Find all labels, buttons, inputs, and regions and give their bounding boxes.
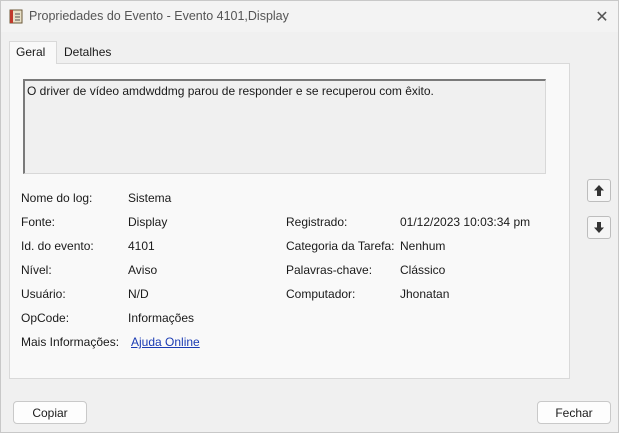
user-label: Usuário: bbox=[21, 287, 66, 301]
event-description-text: O driver de vídeo amdwddmg parou de resp… bbox=[27, 84, 434, 98]
source-value: Display bbox=[128, 215, 168, 229]
event-id-label: Id. do evento: bbox=[21, 239, 94, 253]
event-description-box[interactable]: O driver de vídeo amdwddmg parou de resp… bbox=[23, 79, 546, 174]
more-info-label: Mais Informações: bbox=[21, 335, 120, 349]
source-label: Fonte: bbox=[21, 215, 56, 229]
task-category-value: Nenhum bbox=[400, 239, 446, 253]
close-button[interactable]: ✕ bbox=[588, 3, 616, 30]
computer-label: Computador: bbox=[286, 287, 356, 301]
log-name-label: Nome do log: bbox=[21, 191, 93, 205]
arrow-up-icon bbox=[594, 185, 604, 196]
event-viewer-icon bbox=[9, 9, 23, 24]
online-help-link[interactable]: Ajuda Online bbox=[131, 335, 200, 349]
close-icon: ✕ bbox=[595, 8, 609, 26]
log-name-value: Sistema bbox=[128, 191, 172, 205]
task-category-label: Categoria da Tarefa: bbox=[286, 239, 395, 253]
tab-geral[interactable]: Geral bbox=[9, 41, 57, 64]
logged-value: 01/12/2023 10:03:34 pm bbox=[400, 215, 531, 229]
arrow-down-icon bbox=[594, 222, 604, 233]
logged-label: Registrado: bbox=[286, 215, 348, 229]
title-bar[interactable]: Propriedades do Evento - Evento 4101,Dis… bbox=[1, 1, 618, 32]
keywords-label: Palavras-chave: bbox=[286, 263, 373, 277]
previous-event-button[interactable] bbox=[587, 179, 611, 202]
keywords-value: Clássico bbox=[400, 263, 446, 277]
close-dialog-button[interactable]: Fechar bbox=[537, 401, 611, 424]
copy-button[interactable]: Copiar bbox=[13, 401, 87, 424]
opcode-value: Informações bbox=[128, 311, 195, 325]
user-value: N/D bbox=[128, 287, 149, 301]
next-event-button[interactable] bbox=[587, 216, 611, 239]
level-label: Nível: bbox=[21, 263, 52, 277]
level-value: Aviso bbox=[128, 263, 158, 277]
event-properties-window: Propriedades do Evento - Evento 4101,Dis… bbox=[0, 0, 619, 433]
computer-value: Jhonatan bbox=[400, 287, 450, 301]
event-id-value: 4101 bbox=[128, 239, 155, 253]
opcode-label: OpCode: bbox=[21, 311, 70, 325]
window-title: Propriedades do Evento - Evento 4101,Dis… bbox=[29, 9, 289, 23]
tab-detalhes[interactable]: Detalhes bbox=[58, 44, 116, 63]
